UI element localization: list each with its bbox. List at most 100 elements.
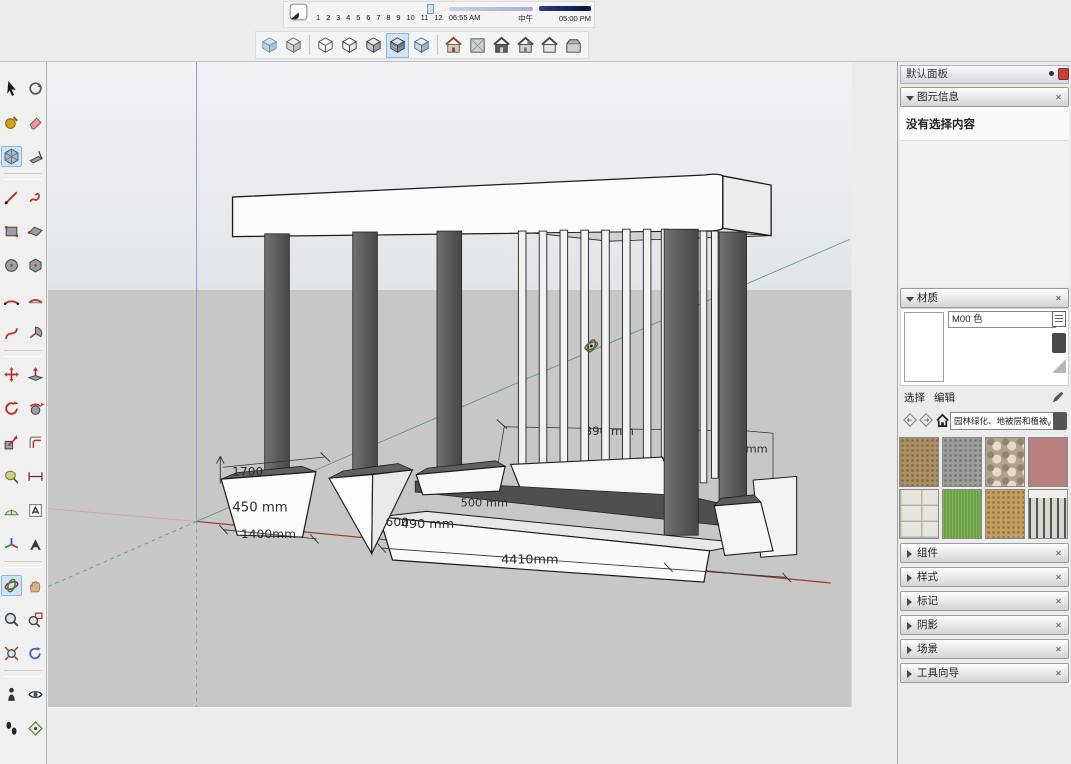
scale-tool-icon[interactable] — [1, 432, 22, 453]
panel-title[interactable]: 默认面板 — [900, 65, 1069, 84]
close-icon[interactable] — [1053, 667, 1064, 680]
create-material-icon[interactable] — [1052, 311, 1066, 327]
rotated-rectangle-tool-icon[interactable] — [25, 221, 46, 242]
section-components[interactable]: 组件 — [900, 543, 1069, 563]
section-scenes[interactable]: 场景 — [900, 639, 1069, 659]
pie-tool-icon[interactable] — [25, 323, 46, 344]
section-shadows[interactable]: 阴影 — [900, 615, 1069, 635]
close-icon[interactable] — [1053, 571, 1064, 584]
text-tool-icon[interactable] — [25, 500, 46, 521]
zoom-extents-tool-icon[interactable] — [1, 643, 22, 664]
circle-tool-icon[interactable] — [1, 255, 22, 276]
eraser-tool-icon[interactable] — [25, 112, 46, 133]
walk-tool-icon[interactable] — [1, 718, 22, 739]
close-icon[interactable] — [1053, 619, 1064, 632]
zoom-window-tool-icon[interactable] — [25, 609, 46, 630]
details-icon[interactable] — [1053, 412, 1067, 430]
close-icon[interactable] — [1053, 643, 1064, 656]
style-back-edges-icon[interactable] — [282, 33, 305, 58]
3d-viewport[interactable]: 390 mm 2 mm — [48, 62, 897, 764]
swatch-pavers[interactable] — [899, 489, 939, 539]
view-iso-icon[interactable] — [442, 33, 465, 58]
shadow-time-slider-end[interactable]: 05:00 PM — [539, 3, 591, 23]
axes-tool-icon[interactable] — [1, 534, 22, 555]
material-name-field[interactable]: M00 色 — [948, 311, 1056, 328]
tape-measure-tool-icon[interactable] — [1, 466, 22, 487]
swatch-rose-stone[interactable] — [1028, 437, 1068, 487]
rotate-tool-icon[interactable] — [1, 398, 22, 419]
curve-tool-icon[interactable] — [1, 323, 22, 344]
swatch-earth-tan[interactable] — [985, 489, 1025, 539]
style-shaded-icon[interactable] — [362, 33, 385, 58]
tab-select[interactable]: 选择 — [904, 390, 925, 405]
shadow-date-slider[interactable]: 1 2 3 4 5 6 7 8 9 10 11 12 — [316, 3, 443, 22]
zoom-tool-icon[interactable] — [1, 609, 22, 630]
section-tags[interactable]: 标记 — [900, 591, 1069, 611]
swatch-grass[interactable] — [942, 489, 982, 539]
swatch-gravel-brown[interactable] — [899, 437, 939, 487]
shadows-toolbar: 1 2 3 4 5 6 7 8 9 10 11 12 06:55 AM 中午 — [283, 1, 595, 28]
paint-details-icon[interactable] — [1052, 333, 1066, 353]
3d-text-tool-icon[interactable] — [25, 534, 46, 555]
panel-close-icon[interactable] — [1058, 68, 1069, 80]
date-slider-track[interactable] — [316, 6, 443, 11]
style-xray-icon[interactable] — [258, 33, 281, 58]
pan-tool-icon[interactable] — [25, 575, 46, 596]
offset-tool-icon[interactable] — [25, 432, 46, 453]
paint-bucket-tool-icon[interactable] — [1, 112, 22, 133]
polygon-tool-icon[interactable] — [25, 255, 46, 276]
dimension-tool-icon[interactable] — [25, 466, 46, 487]
move-tool-icon[interactable] — [1, 364, 22, 385]
shadow-toggle-icon[interactable] — [287, 3, 310, 25]
swatch-fence[interactable] — [1028, 489, 1068, 539]
rectangle-tool-icon[interactable] — [1, 221, 22, 242]
close-icon[interactable] — [1053, 91, 1064, 104]
section-styles[interactable]: 样式 — [900, 567, 1069, 587]
make-component-tool-icon[interactable] — [25, 78, 46, 99]
swatch-gravel-gray[interactable] — [942, 437, 982, 487]
style-monochrome-icon[interactable] — [410, 33, 433, 58]
nav-forward-icon[interactable] — [919, 413, 933, 427]
entity-info-header[interactable]: 图元信息 — [900, 87, 1069, 107]
section-plane-tool-icon[interactable] — [25, 718, 46, 739]
close-icon[interactable] — [1053, 547, 1064, 560]
materials-header[interactable]: 材质 — [900, 288, 1069, 308]
follow-me-tool-icon[interactable] — [25, 398, 46, 419]
home-icon[interactable] — [935, 413, 949, 427]
push-pull-tool-icon[interactable] — [25, 364, 46, 385]
textured-cube-tool-icon[interactable] — [1, 146, 22, 167]
gray-flag-tool-icon[interactable] — [25, 146, 46, 167]
view-top-icon[interactable] — [466, 33, 489, 58]
shadow-time-slider[interactable]: 06:55 AM 中午 — [449, 3, 533, 24]
previous-view-tool-icon[interactable] — [25, 643, 46, 664]
section-instructor[interactable]: 工具向导 — [900, 663, 1069, 683]
swatch-pebbles[interactable] — [985, 437, 1025, 487]
time-slider-track[interactable] — [449, 7, 533, 11]
position-camera-tool-icon[interactable] — [1, 684, 22, 705]
style-hidden-line-icon[interactable] — [338, 33, 361, 58]
line-tool-icon[interactable] — [1, 187, 22, 208]
style-shaded-textures-icon[interactable] — [386, 33, 409, 58]
pin-icon[interactable] — [1049, 71, 1054, 76]
close-icon[interactable] — [1053, 292, 1064, 305]
sample-paint-icon[interactable] — [1051, 390, 1065, 404]
materials-body: M00 色 — [900, 308, 1069, 386]
nav-back-icon[interactable] — [903, 413, 917, 427]
time-end-track[interactable] — [539, 6, 591, 11]
date-slider-handle[interactable] — [427, 4, 434, 14]
material-category-dropdown[interactable]: 园林绿化、地被层和植被 — [950, 412, 1054, 430]
view-back-icon[interactable] — [538, 33, 561, 58]
view-left-icon[interactable] — [562, 33, 585, 58]
style-wireframe-icon[interactable] — [314, 33, 337, 58]
two-point-arc-tool-icon[interactable] — [25, 289, 46, 310]
tab-edit[interactable]: 编辑 — [934, 390, 955, 405]
arc-tool-icon[interactable] — [1, 289, 22, 310]
protractor-tool-icon[interactable] — [1, 500, 22, 521]
view-right-icon[interactable] — [514, 33, 537, 58]
select-tool-icon[interactable] — [1, 78, 22, 99]
view-front-icon[interactable] — [490, 33, 513, 58]
close-icon[interactable] — [1053, 595, 1064, 608]
freehand-tool-icon[interactable] — [25, 187, 46, 208]
orbit-tool-icon[interactable] — [1, 575, 22, 596]
look-around-tool-icon[interactable] — [25, 684, 46, 705]
